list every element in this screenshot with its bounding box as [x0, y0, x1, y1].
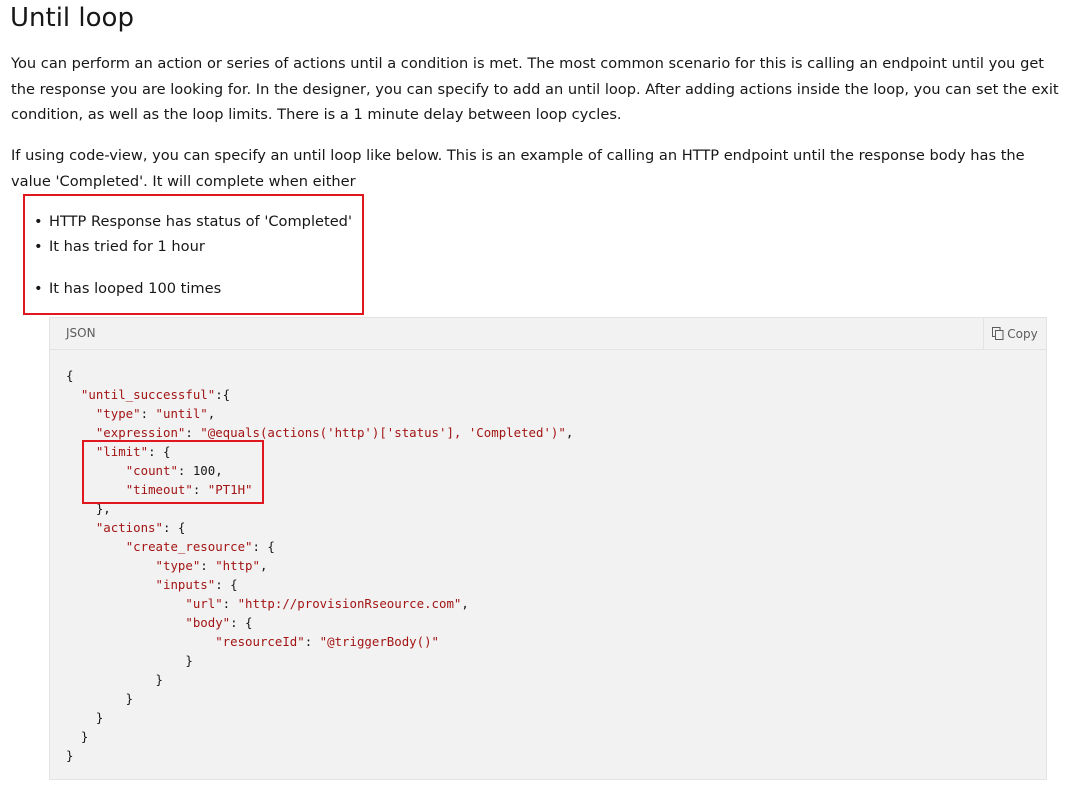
copy-icon [992, 327, 1004, 340]
code-view-paragraph: If using code-view, you can specify an u… [11, 147, 1025, 190]
code-line: } [66, 672, 163, 687]
code-block: JSON Copy { "until_successful":{ "type":… [49, 317, 1047, 780]
page-title: Until loop [10, 3, 134, 33]
code-line: "until_successful":{ [80, 387, 231, 402]
code-line: "type": "until", [95, 406, 216, 421]
code-line: "resourceId": "@triggerBody()" [215, 634, 440, 649]
list-item: HTTP Response has status of 'Completed' [34, 212, 352, 232]
copy-button[interactable]: Copy [983, 318, 1046, 349]
code-line: } [66, 653, 193, 668]
code-line: } [66, 748, 74, 763]
code-line: "inputs": { [155, 577, 238, 592]
code-line: "url": "http://provisionRseource.com", [185, 596, 469, 611]
code-line: } [66, 729, 89, 744]
code-header: JSON Copy [50, 318, 1046, 350]
intro-paragraph: You can perform an action or series of a… [11, 55, 1059, 123]
code-line: "create_resource": { [125, 539, 275, 554]
code-line: "actions": { [95, 520, 186, 535]
json-code: { "until_successful":{ "type": "until", … [66, 366, 573, 765]
code-line: "expression": "@equals(actions('http')['… [95, 425, 574, 440]
code-line: { [66, 368, 74, 383]
code-line: "type": "http", [155, 558, 268, 573]
list-item: It has tried for 1 hour [34, 237, 205, 257]
copy-label: Copy [1007, 326, 1038, 341]
limit-highlight [82, 440, 264, 504]
code-language-label: JSON [66, 326, 96, 340]
list-item: It has looped 100 times [34, 279, 221, 299]
code-line: } [66, 691, 134, 706]
code-line: "body": { [185, 615, 253, 630]
code-line: } [66, 710, 104, 725]
